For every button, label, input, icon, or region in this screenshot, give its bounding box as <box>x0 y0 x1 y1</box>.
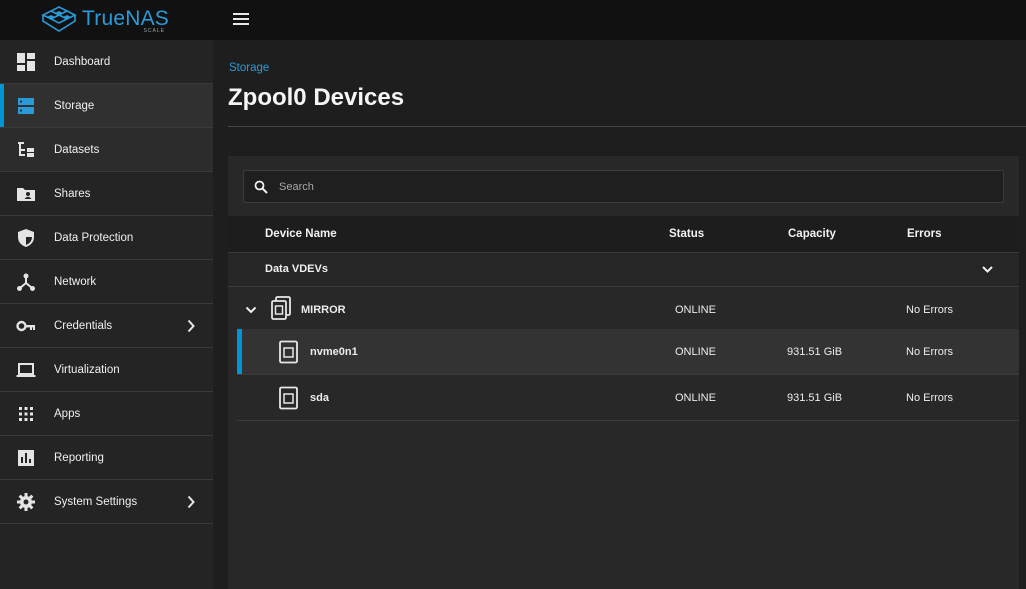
gear-icon <box>17 493 35 511</box>
chevron-down-icon[interactable] <box>981 263 994 276</box>
sidebar-item-data-protection[interactable]: Data Protection <box>0 216 213 260</box>
chevron-right-icon <box>187 495 195 509</box>
sidebar-item-reporting[interactable]: Reporting <box>0 436 213 480</box>
table-row[interactable]: nvme0n1 ONLINE 931.51 GiB No Errors <box>237 329 1019 375</box>
key-icon <box>16 320 35 332</box>
datasets-icon <box>18 142 34 157</box>
sidebar-item-label: Virtualization <box>54 363 120 376</box>
sidebar-item-system-settings[interactable]: System Settings <box>0 480 213 524</box>
storage-icon <box>18 98 34 114</box>
laptop-icon <box>16 363 36 377</box>
mirror-disks-icon <box>271 296 291 320</box>
sidebar-item-label: Storage <box>54 99 95 112</box>
table-row[interactable]: MIRROR ONLINE No Errors <box>237 287 1019 333</box>
logo-subtitle: SCALE <box>143 28 165 34</box>
device-status: ONLINE <box>675 346 716 358</box>
reporting-icon <box>18 450 34 466</box>
column-header-device-name[interactable]: Device Name <box>265 228 337 240</box>
device-name: sda <box>310 392 329 404</box>
apps-grid-icon <box>19 407 33 421</box>
menu-toggle-button[interactable] <box>230 9 252 29</box>
group-label: Data VDEVs <box>265 263 328 275</box>
sidebar-item-label: Shares <box>54 187 91 200</box>
sidebar-item-label: Datasets <box>54 143 100 156</box>
device-errors: No Errors <box>906 392 954 404</box>
group-row-data-vdevs[interactable]: Data VDEVs <box>228 253 1019 287</box>
truenas-logo-icon <box>41 6 77 32</box>
table-row[interactable]: sda ONLINE 931.51 GiB No Errors <box>237 375 1019 421</box>
hamburger-icon <box>233 13 249 15</box>
sidebar-item-label: Data Protection <box>54 231 134 244</box>
search-icon <box>254 180 268 194</box>
sidebar-item-network[interactable]: Network <box>0 260 213 304</box>
device-name: nvme0n1 <box>310 346 358 358</box>
sidebar: Dashboard Storage Datasets Shares Data P… <box>0 40 213 589</box>
column-header-status[interactable]: Status <box>669 228 704 240</box>
truenas-logo[interactable]: TrueNAS SCALE <box>40 4 169 34</box>
search-box[interactable] <box>243 170 1004 203</box>
shield-icon <box>18 229 34 247</box>
sidebar-item-label: System Settings <box>54 495 138 508</box>
sidebar-item-datasets[interactable]: Datasets <box>0 128 213 172</box>
device-capacity: 931.51 GiB <box>787 346 843 358</box>
column-header-capacity[interactable]: Capacity <box>788 228 836 240</box>
search-input[interactable] <box>279 177 979 197</box>
sidebar-item-label: Network <box>54 275 97 288</box>
breadcrumb-storage[interactable]: Storage <box>229 62 269 74</box>
chevron-down-icon[interactable] <box>244 303 258 317</box>
devices-panel: Device Name Status Capacity Errors Data … <box>228 156 1019 589</box>
column-header-errors[interactable]: Errors <box>907 228 942 240</box>
sidebar-item-label: Dashboard <box>54 55 111 68</box>
network-icon <box>17 273 35 291</box>
title-divider <box>228 126 1026 127</box>
table-header: Device Name Status Capacity Errors <box>228 216 1019 253</box>
sidebar-item-credentials[interactable]: Credentials <box>0 304 213 348</box>
top-bar: TrueNAS SCALE <box>0 0 1026 40</box>
device-status: ONLINE <box>675 392 716 404</box>
sidebar-item-dashboard[interactable]: Dashboard <box>0 40 213 84</box>
device-name: MIRROR <box>301 304 346 316</box>
disk-icon <box>279 340 298 364</box>
sidebar-item-label: Apps <box>54 407 81 420</box>
device-errors: No Errors <box>906 346 954 358</box>
sidebar-item-virtualization[interactable]: Virtualization <box>0 348 213 392</box>
sidebar-item-label: Credentials <box>54 319 113 332</box>
sidebar-item-storage[interactable]: Storage <box>0 84 213 128</box>
sidebar-item-label: Reporting <box>54 451 104 464</box>
sidebar-item-apps[interactable]: Apps <box>0 392 213 436</box>
dashboard-icon <box>17 53 35 71</box>
device-status: ONLINE <box>675 304 716 316</box>
disk-icon <box>279 386 298 410</box>
device-capacity: 931.51 GiB <box>787 392 843 404</box>
page-title: Zpool0 Devices <box>228 84 405 111</box>
sidebar-item-shares[interactable]: Shares <box>0 172 213 216</box>
device-errors: No Errors <box>906 304 954 316</box>
chevron-right-icon <box>187 319 195 333</box>
shares-icon <box>17 188 35 201</box>
